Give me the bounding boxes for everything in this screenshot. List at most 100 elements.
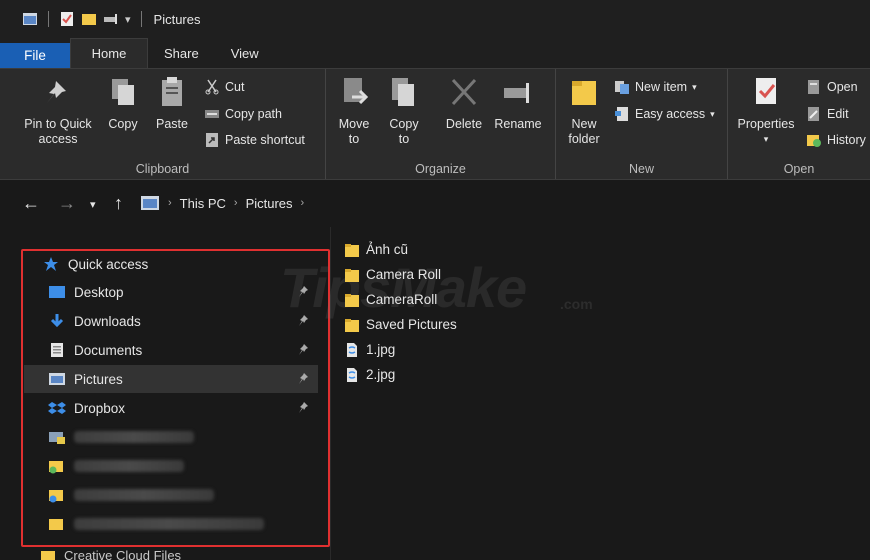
address-bar: ← → ▾ ↑ › This PC › Pictures › [0, 181, 870, 227]
list-item[interactable]: Ảnh cũ [340, 237, 870, 262]
tab-share[interactable]: Share [148, 38, 215, 68]
back-arrow-icon[interactable]: ← [22, 193, 40, 214]
paste-shortcut-label: Paste shortcut [225, 133, 305, 147]
history-label: History [827, 133, 866, 147]
download-arrow-icon [50, 314, 64, 328]
file-name: 1.jpg [366, 342, 396, 357]
breadcrumb-chevron-icon[interactable]: › [234, 197, 238, 209]
pictures-location-icon [141, 196, 159, 210]
sidebar-item-blurred[interactable] [24, 452, 318, 480]
file-name: Camera Roll [366, 267, 442, 282]
open-group-label: Open [783, 162, 815, 176]
cut-button[interactable]: Cut [204, 79, 244, 95]
copy-to-label-line1: Copy [389, 117, 419, 131]
breadcrumb-pictures[interactable]: Pictures [246, 196, 293, 211]
paste-shortcut-button[interactable]: Paste shortcut [204, 132, 305, 148]
rename-button[interactable]: Rename [492, 75, 544, 132]
copy-path-button[interactable]: Copy path [204, 106, 282, 122]
new-folder-icon [572, 81, 596, 105]
up-arrow-icon[interactable]: ↑ [114, 193, 123, 214]
tab-home[interactable]: Home [70, 38, 148, 68]
properties-button[interactable]: Properties ▾ [734, 75, 798, 147]
new-item-button[interactable]: New item ▾ [614, 79, 697, 95]
sidebar-item-label: Pictures [74, 371, 123, 387]
recent-locations-icon[interactable]: ▾ [90, 198, 96, 211]
move-to-label-line2: to [348, 132, 360, 146]
list-item[interactable]: 2.jpg [340, 362, 870, 387]
easy-access-button[interactable]: Easy access ▾ [614, 106, 715, 122]
copy-to-button[interactable]: Copy to [384, 75, 424, 147]
blurred-label [74, 431, 194, 443]
copy-to-label-line2: to [398, 132, 410, 146]
documents-icon [51, 343, 63, 357]
network-drive-icon [49, 432, 65, 444]
pin-icon[interactable] [298, 372, 310, 386]
pin-icon[interactable] [298, 401, 310, 415]
sidebar-item-blurred[interactable] [24, 481, 318, 509]
history-button[interactable]: History [806, 132, 866, 148]
list-item[interactable]: 1.jpg [340, 337, 870, 362]
creative-cloud-folder-icon [41, 550, 55, 560]
blurred-label [74, 489, 214, 501]
copy-icon [112, 79, 134, 105]
list-item[interactable]: Saved Pictures [340, 312, 870, 337]
move-to-icon [344, 78, 369, 105]
copy-path-label: Copy path [225, 107, 282, 121]
new-item-dropdown-icon[interactable]: ▾ [692, 82, 697, 93]
file-list: Ảnh cũ Camera Roll CameraRoll Saved Pict… [340, 237, 870, 387]
open-icon [808, 80, 819, 94]
tab-view[interactable]: View [215, 38, 275, 68]
new-group: New folder New item ▾ Easy access ▾ New [556, 69, 728, 179]
rename-label: Rename [494, 117, 542, 131]
title-separator [48, 11, 49, 27]
forward-arrow-icon[interactable]: → [58, 193, 76, 214]
title-bar: ▾ Pictures [0, 0, 870, 38]
delete-button[interactable]: Delete [442, 75, 486, 132]
move-to-button[interactable]: Move to [334, 75, 374, 147]
list-item[interactable]: CameraRoll [340, 287, 870, 312]
copy-path-icon [205, 110, 219, 118]
sidebar-item-blurred[interactable] [24, 510, 318, 538]
breadcrumb-chevron-icon[interactable]: › [168, 197, 172, 209]
sidebar-item-desktop[interactable]: Desktop [24, 278, 318, 306]
sidebar-item-dropbox[interactable]: Dropbox [24, 394, 318, 422]
folder-icon [345, 243, 359, 257]
file-name: CameraRoll [366, 292, 438, 307]
rename-quick-icon[interactable] [103, 11, 119, 27]
folder-icon [345, 318, 359, 332]
properties-quick-icon[interactable] [59, 11, 75, 27]
paste-icon [162, 77, 182, 106]
edit-button[interactable]: Edit [806, 106, 849, 122]
edit-icon [808, 107, 819, 121]
properties-label: Properties [737, 117, 795, 131]
sidebar-item-documents[interactable]: Documents [24, 336, 318, 364]
dropbox-icon [48, 402, 66, 414]
easy-access-dropdown-icon[interactable]: ▾ [710, 109, 715, 120]
paste-shortcut-icon [206, 133, 218, 147]
properties-dropdown-icon[interactable]: ▾ [764, 132, 769, 147]
sidebar-item-creative-cloud[interactable]: Creative Cloud Files [40, 548, 181, 560]
organize-group: Move to Copy to Delete Rename Organize [326, 69, 556, 179]
sidebar-item-downloads[interactable]: Downloads [24, 307, 318, 335]
open-button[interactable]: Open [806, 79, 858, 95]
ribbon-tabs: File Home Share View [0, 38, 870, 68]
open-group: Properties ▾ Open Edit History Open [728, 69, 870, 179]
pictures-icon [49, 373, 65, 385]
sidebar-item-blurred[interactable] [24, 423, 318, 451]
pin-icon[interactable] [298, 343, 310, 357]
new-folder-button[interactable]: New folder [562, 75, 606, 147]
sidebar-item-quick-access[interactable]: Quick access [24, 250, 318, 278]
pin-to-quick-access-button[interactable]: Pin to Quick access [18, 75, 98, 147]
sidebar-item-label: Desktop [74, 284, 124, 300]
new-folder-quick-icon[interactable] [81, 11, 97, 27]
list-item[interactable]: Camera Roll [340, 262, 870, 287]
customize-toolbar-icon[interactable]: ▾ [125, 13, 131, 26]
sidebar-item-pictures[interactable]: Pictures [24, 365, 318, 393]
tab-file[interactable]: File [0, 43, 70, 68]
paste-button[interactable]: Paste [152, 75, 192, 132]
clipboard-group: Pin to Quick access Copy Paste Cut Copy … [0, 69, 326, 179]
file-name: Saved Pictures [366, 317, 457, 332]
copy-button[interactable]: Copy [104, 75, 142, 132]
breadcrumb-this-pc[interactable]: This PC [180, 196, 226, 211]
breadcrumb-chevron-icon[interactable]: › [301, 197, 305, 209]
